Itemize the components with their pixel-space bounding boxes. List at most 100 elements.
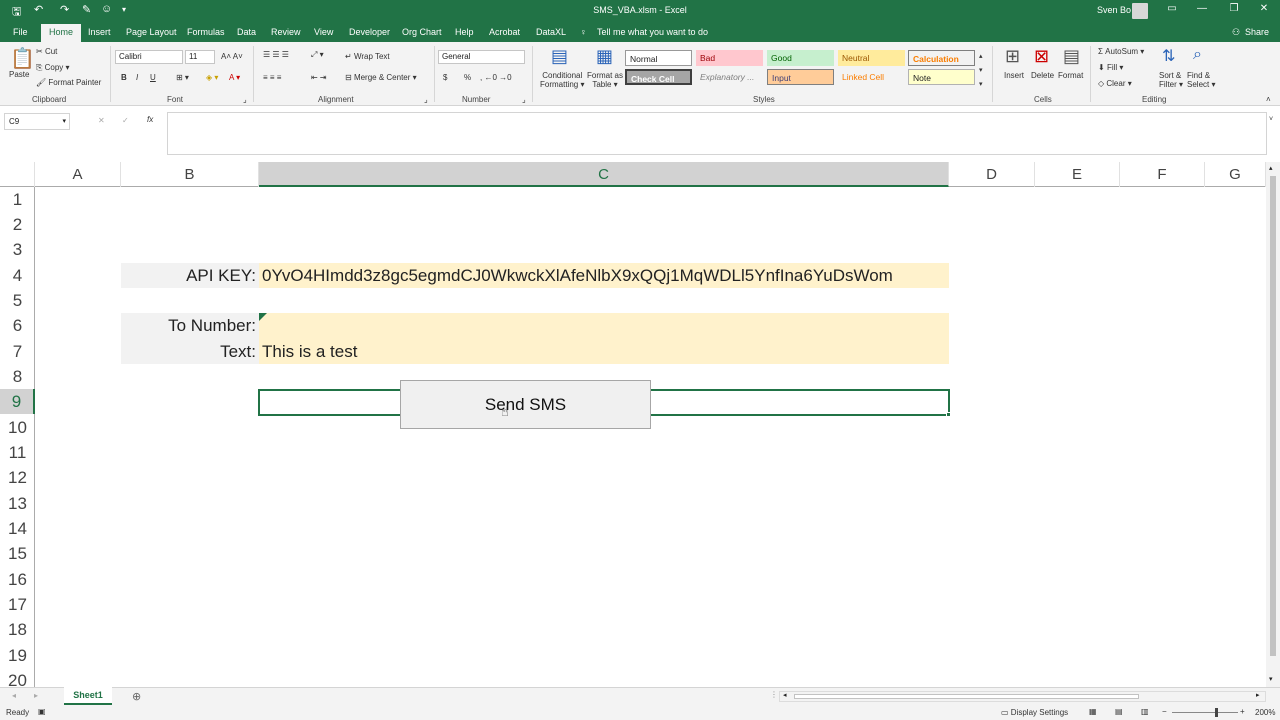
column-header-a[interactable]: A <box>35 162 121 187</box>
style-calculation[interactable]: Calculation <box>908 50 975 66</box>
tab-data[interactable]: Data <box>237 27 256 37</box>
font-color-icon[interactable]: A ▾ <box>229 73 240 82</box>
autosum-button[interactable]: Σ AutoSum ▾ <box>1098 47 1144 56</box>
text-label[interactable]: Text: <box>121 339 257 364</box>
row-header[interactable]: 7 <box>0 339 35 364</box>
paste-icon[interactable]: 📋 <box>10 46 35 71</box>
zoom-out-icon[interactable]: − <box>1162 707 1167 716</box>
share-button[interactable]: Share <box>1245 27 1269 37</box>
comma-style-icon[interactable]: , ←0 →0 <box>480 73 512 82</box>
style-explanatory[interactable]: Explanatory ... <box>696 69 763 85</box>
tab-help[interactable]: Help <box>455 27 474 37</box>
styles-scroll-down-icon[interactable]: ▾ <box>979 66 983 74</box>
column-header-f[interactable]: F <box>1120 162 1205 187</box>
select-all-corner[interactable] <box>0 162 35 187</box>
row-header[interactable]: 13 <box>0 491 35 516</box>
tab-org-chart[interactable]: Org Chart <box>402 27 442 37</box>
styles-more-icon[interactable]: ▾ <box>979 80 983 88</box>
tab-view[interactable]: View <box>314 27 333 37</box>
row-header[interactable]: 6 <box>0 313 35 338</box>
expand-formula-icon[interactable]: ˅ <box>1269 116 1273 123</box>
style-check-cell[interactable]: Check Cell <box>625 69 692 85</box>
formula-input[interactable] <box>167 112 1267 155</box>
number-dialog-launcher-icon[interactable]: ⌟ <box>522 95 526 104</box>
font-dialog-launcher-icon[interactable]: ⌟ <box>243 95 247 104</box>
conditional-formatting-button[interactable]: Conditional Formatting ▾ <box>540 71 584 89</box>
row-header[interactable]: 10 <box>0 415 35 440</box>
wrap-text-button[interactable]: ↵ Wrap Text <box>345 52 390 61</box>
minimize-icon[interactable]: — <box>1188 3 1216 14</box>
borders-icon[interactable]: ⊞ ▾ <box>176 73 189 82</box>
horizontal-scroll-thumb[interactable] <box>794 694 1139 699</box>
tab-developer[interactable]: Developer <box>349 27 390 37</box>
left-align-icon[interactable]: ≡ ≡ ≡ <box>263 73 281 82</box>
vertical-scrollbar[interactable]: ▴ ▾ <box>1266 162 1280 687</box>
page-layout-view-icon[interactable]: ▤ <box>1115 707 1123 716</box>
macro-record-icon[interactable]: ▣ <box>38 707 46 716</box>
find-select-button[interactable]: Find & Select ▾ <box>1187 71 1215 89</box>
style-neutral[interactable]: Neutral <box>838 50 905 66</box>
insert-cells-button[interactable]: Insert <box>1004 71 1024 80</box>
font-size-select[interactable]: 11 <box>185 50 215 64</box>
delete-cells-button[interactable]: Delete <box>1031 71 1054 80</box>
column-header-d[interactable]: D <box>949 162 1035 187</box>
text-value[interactable]: This is a test <box>262 339 948 364</box>
row-header[interactable]: 20 <box>0 668 35 687</box>
format-as-table-button[interactable]: Format as Table ▾ <box>587 71 623 89</box>
style-good[interactable]: Good <box>767 50 834 66</box>
clear-button[interactable]: ◇ Clear ▾ <box>1098 79 1132 88</box>
tab-acrobat[interactable]: Acrobat <box>489 27 520 37</box>
row-header[interactable]: 17 <box>0 592 35 617</box>
alignment-dialog-launcher-icon[interactable]: ⌟ <box>424 95 428 104</box>
to-number-label[interactable]: To Number: <box>121 313 257 338</box>
row-header-selected[interactable]: 9 <box>0 389 35 414</box>
indent-icon[interactable]: ⇤ ⇥ <box>311 73 327 82</box>
scroll-up-icon[interactable]: ▴ <box>1269 164 1273 172</box>
sheet-tab-sheet1[interactable]: Sheet1 <box>64 687 112 705</box>
row-header[interactable]: 15 <box>0 541 35 566</box>
tab-formulas[interactable]: Formulas <box>187 27 225 37</box>
user-name[interactable]: Sven Bo <box>1097 5 1131 15</box>
style-input[interactable]: Input <box>767 69 834 85</box>
zoom-slider-thumb[interactable] <box>1215 708 1218 717</box>
row-header[interactable]: 4 <box>0 263 35 288</box>
merge-center-button[interactable]: ⊟ Merge & Center ▾ <box>345 73 417 82</box>
tab-home[interactable]: Home <box>41 24 82 42</box>
tab-file[interactable]: File <box>13 27 28 37</box>
tell-me-search[interactable]: Tell me what you want to do <box>597 27 708 37</box>
close-icon[interactable]: ✕ <box>1250 3 1278 14</box>
paste-button[interactable]: Paste <box>9 70 29 79</box>
column-header-g[interactable]: G <box>1205 162 1266 187</box>
vertical-scroll-thumb[interactable] <box>1270 176 1276 656</box>
fill-handle[interactable] <box>946 412 951 417</box>
new-sheet-icon[interactable]: ⊕ <box>132 690 141 703</box>
scroll-right-icon[interactable]: ▸ <box>1256 691 1260 699</box>
sheet-tabs-splitter-icon[interactable]: ⋮ <box>770 690 778 699</box>
column-header-b[interactable]: B <box>121 162 259 187</box>
font-name-select[interactable]: Calibri <box>115 50 183 64</box>
tab-page-layout[interactable]: Page Layout <box>126 27 177 37</box>
horizontal-scrollbar[interactable]: ◂ ▸ <box>779 691 1266 702</box>
page-break-view-icon[interactable]: ▥ <box>1141 707 1149 716</box>
column-header-e[interactable]: E <box>1035 162 1120 187</box>
zoom-slider[interactable] <box>1172 712 1238 713</box>
collapse-ribbon-icon[interactable]: ˄ <box>1266 95 1271 104</box>
cancel-icon[interactable]: ✕ <box>98 116 105 125</box>
api-key-value[interactable]: 0YvO4HImdd3z8gc5egmdCJ0WkwckXlAfeNlbX9xQ… <box>262 263 948 288</box>
enter-icon[interactable]: ✓ <box>122 116 129 125</box>
insert-function-button[interactable]: fx <box>147 115 153 124</box>
copy-button[interactable]: ⎘ Copy ▾ <box>36 63 70 73</box>
name-box[interactable]: C9 ▾ <box>4 113 70 130</box>
cell-grid[interactable]: API KEY: 0YvO4HImdd3z8gc5egmdCJ0WkwckXlA… <box>36 187 1266 687</box>
restore-icon[interactable]: ❐ <box>1220 3 1248 14</box>
tab-review[interactable]: Review <box>271 27 301 37</box>
row-header[interactable]: 19 <box>0 643 35 668</box>
row-header[interactable]: 2 <box>0 212 35 237</box>
tab-insert[interactable]: Insert <box>88 27 111 37</box>
top-align-icon[interactable]: ☰ ☰ ☰ <box>263 50 289 59</box>
zoom-level[interactable]: 200% <box>1255 708 1275 717</box>
share-icon[interactable]: ⚇ <box>1232 27 1240 38</box>
normal-view-icon[interactable]: ▦ <box>1089 707 1097 716</box>
row-header[interactable]: 3 <box>0 237 35 262</box>
styles-scroll-up-icon[interactable]: ▴ <box>979 52 983 60</box>
